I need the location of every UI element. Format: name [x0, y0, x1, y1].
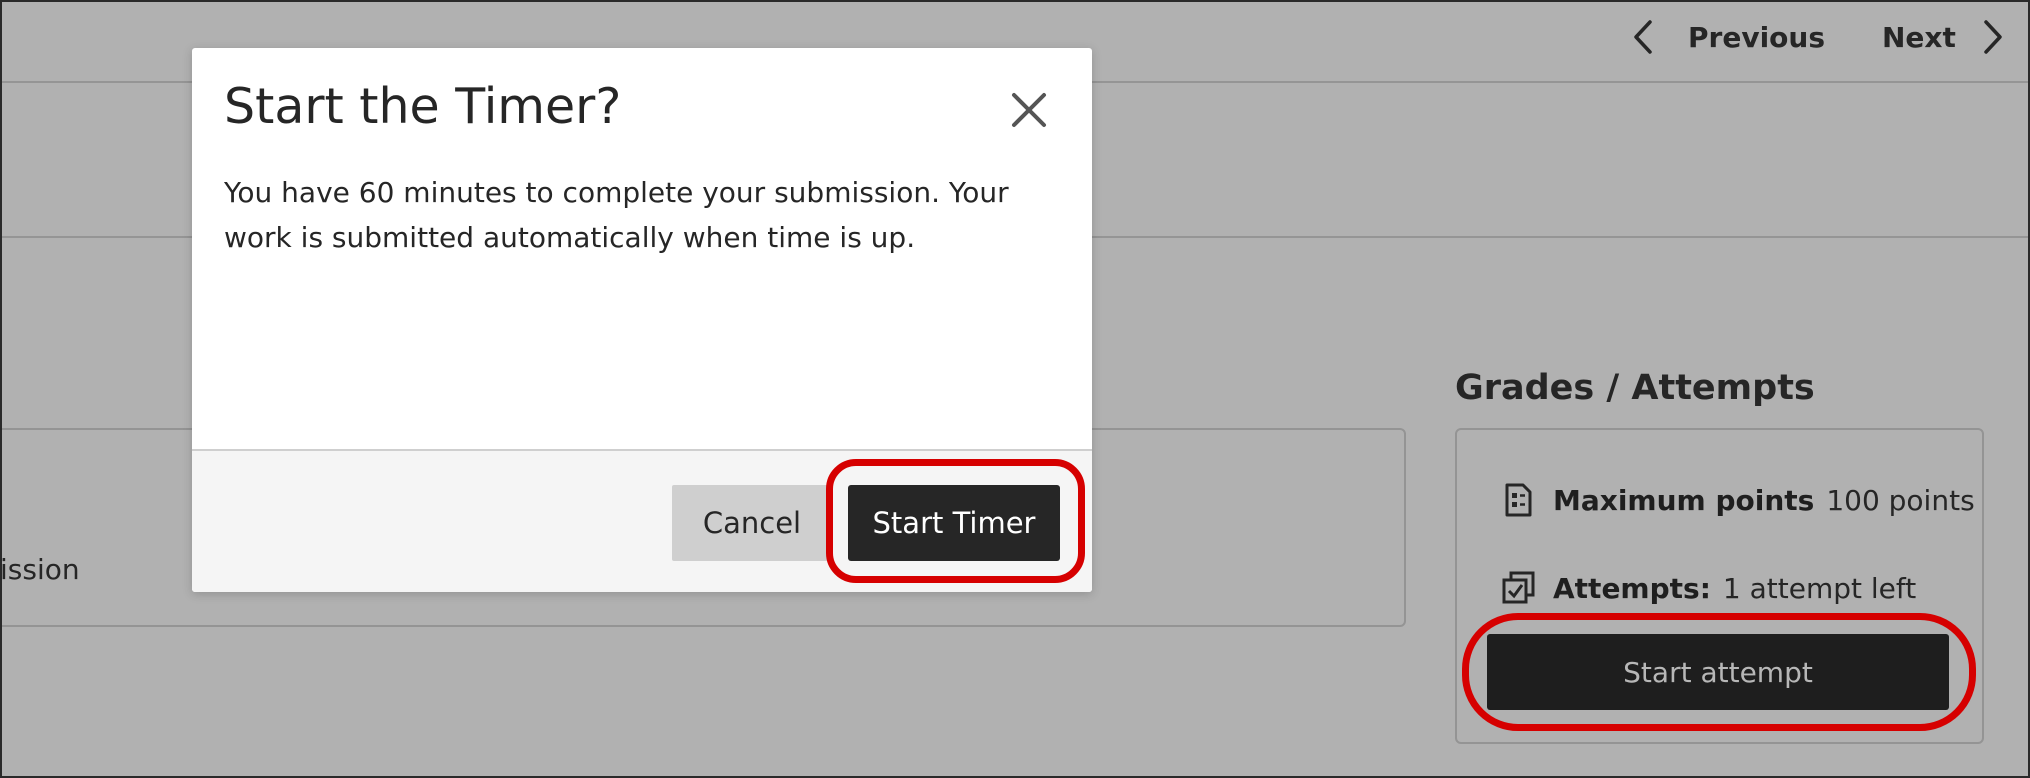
attempts-checkbox-icon: [1502, 571, 1535, 604]
next-label: Next: [1882, 20, 1956, 54]
maximum-points-row: Maximum points 100 points: [1500, 480, 1975, 520]
start-timer-dialog: Start the Timer? You have 60 minutes to …: [192, 48, 1092, 592]
chevron-right-icon: [1984, 20, 2002, 54]
dialog-title: Start the Timer?: [224, 78, 622, 135]
grades-attempts-heading: Grades / Attempts: [1455, 368, 1815, 408]
attempts-value: 1 attempt left: [1722, 571, 1917, 605]
maximum-points-label: Maximum points: [1553, 483, 1815, 517]
maximum-points-value: 100 points: [1826, 483, 1975, 517]
start-attempt-button[interactable]: Start attempt: [1487, 634, 1949, 710]
previous-button[interactable]: Previous: [1632, 14, 1825, 60]
attempts-row: Attempts: 1 attempt left: [1500, 568, 1916, 608]
submission-panel-text: ission: [0, 553, 80, 586]
start-timer-button[interactable]: Start Timer: [848, 485, 1060, 561]
close-icon[interactable]: [1007, 88, 1051, 132]
dialog-footer: Cancel Start Timer: [192, 449, 1092, 592]
cancel-button[interactable]: Cancel: [672, 485, 832, 561]
next-button[interactable]: Next: [1882, 14, 2004, 60]
dialog-message: You have 60 minutes to complete your sub…: [224, 176, 1009, 254]
previous-label: Previous: [1688, 20, 1826, 54]
chevron-left-icon: [1634, 20, 1652, 54]
grade-sheet-icon: [1505, 483, 1532, 517]
attempts-label: Attempts:: [1553, 571, 1711, 605]
